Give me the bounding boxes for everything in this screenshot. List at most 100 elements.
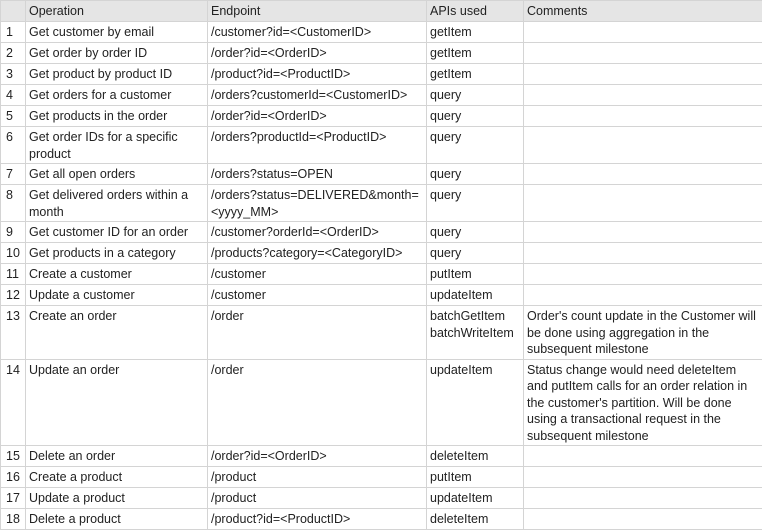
endpoint-cell[interactable]: /product?id=<ProductID> bbox=[207, 508, 427, 530]
operation-cell[interactable]: Update a customer bbox=[25, 284, 208, 306]
endpoint-cell[interactable]: /customer?id=<CustomerID> bbox=[207, 21, 427, 43]
comments-cell[interactable] bbox=[523, 466, 762, 488]
table-row: 3 Get product by product ID/product?id=<P… bbox=[0, 63, 762, 85]
row-number-cell[interactable]: 3 bbox=[0, 63, 26, 85]
apis-used-cell[interactable]: updateItem bbox=[426, 358, 524, 446]
apis-used-cell[interactable]: query bbox=[426, 184, 524, 222]
operation-cell[interactable]: Get all open orders bbox=[25, 163, 208, 185]
operation-cell[interactable]: Get order by order ID bbox=[25, 42, 208, 64]
endpoint-cell[interactable]: /orders?productId=<ProductID> bbox=[207, 126, 427, 164]
endpoint-cell[interactable]: /order?id=<OrderID> bbox=[207, 42, 427, 64]
operation-cell[interactable]: Delete an order bbox=[25, 445, 208, 467]
row-number-cell[interactable]: 8 bbox=[0, 184, 26, 222]
row-number-cell[interactable]: 11 bbox=[0, 263, 26, 285]
operation-cell[interactable]: Get product by product ID bbox=[25, 63, 208, 85]
endpoint-cell[interactable]: /customer bbox=[207, 284, 427, 306]
comments-cell[interactable] bbox=[523, 163, 762, 185]
endpoint-cell[interactable]: /order?id=<OrderID> bbox=[207, 105, 427, 127]
row-number-cell[interactable]: 9 bbox=[0, 221, 26, 243]
row-number-cell[interactable]: 18 bbox=[0, 508, 26, 530]
endpoint-cell[interactable]: /order bbox=[207, 305, 427, 360]
apis-used-cell[interactable]: batchGetItem batchWriteItem bbox=[426, 305, 524, 360]
row-number-cell[interactable]: 6 bbox=[0, 126, 26, 164]
header-endpoint[interactable]: Endpoint bbox=[207, 0, 427, 22]
apis-used-cell[interactable]: getItem bbox=[426, 63, 524, 85]
apis-used-cell[interactable]: deleteItem bbox=[426, 508, 524, 530]
row-number-cell[interactable]: 17 bbox=[0, 487, 26, 509]
row-number-cell[interactable]: 16 bbox=[0, 466, 26, 488]
row-number-cell[interactable]: 2 bbox=[0, 42, 26, 64]
comments-cell[interactable] bbox=[523, 487, 762, 509]
endpoint-cell[interactable]: /customer?orderId=<OrderID> bbox=[207, 221, 427, 243]
apis-used-cell[interactable]: putItem bbox=[426, 263, 524, 285]
header-comments[interactable]: Comments bbox=[523, 0, 762, 22]
endpoint-cell[interactable]: /order bbox=[207, 358, 427, 446]
apis-used-cell[interactable]: query bbox=[426, 126, 524, 164]
apis-used-cell[interactable]: deleteItem bbox=[426, 445, 524, 467]
operation-cell[interactable]: Get products in a category bbox=[25, 242, 208, 264]
endpoint-cell[interactable]: /product bbox=[207, 487, 427, 509]
operation-cell[interactable]: Create a customer bbox=[25, 263, 208, 285]
table-row: 14 Update an order/order updateItem Status … bbox=[0, 358, 762, 446]
operation-cell[interactable]: Get customer ID for an order bbox=[25, 221, 208, 243]
apis-used-cell[interactable]: query bbox=[426, 242, 524, 264]
apis-used-cell[interactable]: updateItem bbox=[426, 487, 524, 509]
apis-used-cell[interactable]: putItem bbox=[426, 466, 524, 488]
comments-cell[interactable] bbox=[523, 63, 762, 85]
comments-cell[interactable] bbox=[523, 445, 762, 467]
endpoint-cell[interactable]: /orders?status=OPEN bbox=[207, 163, 427, 185]
row-number-cell[interactable]: 10 bbox=[0, 242, 26, 264]
comments-cell[interactable]: Order's count update in the Customer wil… bbox=[523, 305, 762, 360]
row-number-cell[interactable]: 15 bbox=[0, 445, 26, 467]
operation-cell[interactable]: Get customer by email bbox=[25, 21, 208, 43]
endpoint-cell[interactable]: /orders?status=DELIVERED&month=<yyyy_MM> bbox=[207, 184, 427, 222]
header-apis-used[interactable]: APIs used bbox=[426, 0, 524, 22]
table-row: 6 Get order IDs for a specific product/or… bbox=[0, 126, 762, 164]
operation-cell[interactable]: Get order IDs for a specific product bbox=[25, 126, 208, 164]
operation-cell[interactable]: Get products in the order bbox=[25, 105, 208, 127]
table-row: 9 Get customer ID for an order/customer?o… bbox=[0, 221, 762, 243]
comments-cell[interactable]: Status change would need deleteItem and … bbox=[523, 358, 762, 446]
endpoint-cell[interactable]: /order?id=<OrderID> bbox=[207, 445, 427, 467]
header-operation[interactable]: Operation bbox=[25, 0, 208, 22]
comments-cell[interactable] bbox=[523, 508, 762, 530]
comments-cell[interactable] bbox=[523, 105, 762, 127]
endpoint-cell[interactable]: /customer bbox=[207, 263, 427, 285]
row-number-cell[interactable]: 13 bbox=[0, 305, 26, 360]
operation-cell[interactable]: Update an order bbox=[25, 358, 208, 446]
apis-used-cell[interactable]: updateItem bbox=[426, 284, 524, 306]
endpoint-cell[interactable]: /products?category=<CategoryID> bbox=[207, 242, 427, 264]
operation-cell[interactable]: Get delivered orders within a month bbox=[25, 184, 208, 222]
row-number-cell[interactable]: 5 bbox=[0, 105, 26, 127]
apis-used-cell[interactable]: query bbox=[426, 105, 524, 127]
comments-cell[interactable] bbox=[523, 284, 762, 306]
row-number-cell[interactable]: 14 bbox=[0, 358, 26, 446]
row-number-cell[interactable]: 4 bbox=[0, 84, 26, 106]
row-number-cell[interactable]: 7 bbox=[0, 163, 26, 185]
operation-cell[interactable]: Delete a product bbox=[25, 508, 208, 530]
header-row: Operation Endpoint APIs used Comments bbox=[0, 0, 762, 22]
endpoint-cell[interactable]: /orders?customerId=<CustomerID> bbox=[207, 84, 427, 106]
endpoint-cell[interactable]: /product?id=<ProductID> bbox=[207, 63, 427, 85]
comments-cell[interactable] bbox=[523, 184, 762, 222]
apis-used-cell[interactable]: query bbox=[426, 84, 524, 106]
operation-cell[interactable]: Create a product bbox=[25, 466, 208, 488]
comments-cell[interactable] bbox=[523, 221, 762, 243]
comments-cell[interactable] bbox=[523, 21, 762, 43]
apis-used-cell[interactable]: getItem bbox=[426, 42, 524, 64]
apis-used-cell[interactable]: query bbox=[426, 163, 524, 185]
operation-cell[interactable]: Update a product bbox=[25, 487, 208, 509]
comments-cell[interactable] bbox=[523, 242, 762, 264]
operation-cell[interactable]: Create an order bbox=[25, 305, 208, 360]
operation-cell[interactable]: Get orders for a customer bbox=[25, 84, 208, 106]
comments-cell[interactable] bbox=[523, 84, 762, 106]
comments-cell[interactable] bbox=[523, 42, 762, 64]
apis-used-cell[interactable]: query bbox=[426, 221, 524, 243]
comments-cell[interactable] bbox=[523, 126, 762, 164]
apis-used-cell[interactable]: getItem bbox=[426, 21, 524, 43]
comments-cell[interactable] bbox=[523, 263, 762, 285]
endpoint-cell[interactable]: /product bbox=[207, 466, 427, 488]
row-number-cell[interactable]: 12 bbox=[0, 284, 26, 306]
row-number-cell[interactable]: 1 bbox=[0, 21, 26, 43]
header-row-number[interactable] bbox=[0, 0, 26, 22]
